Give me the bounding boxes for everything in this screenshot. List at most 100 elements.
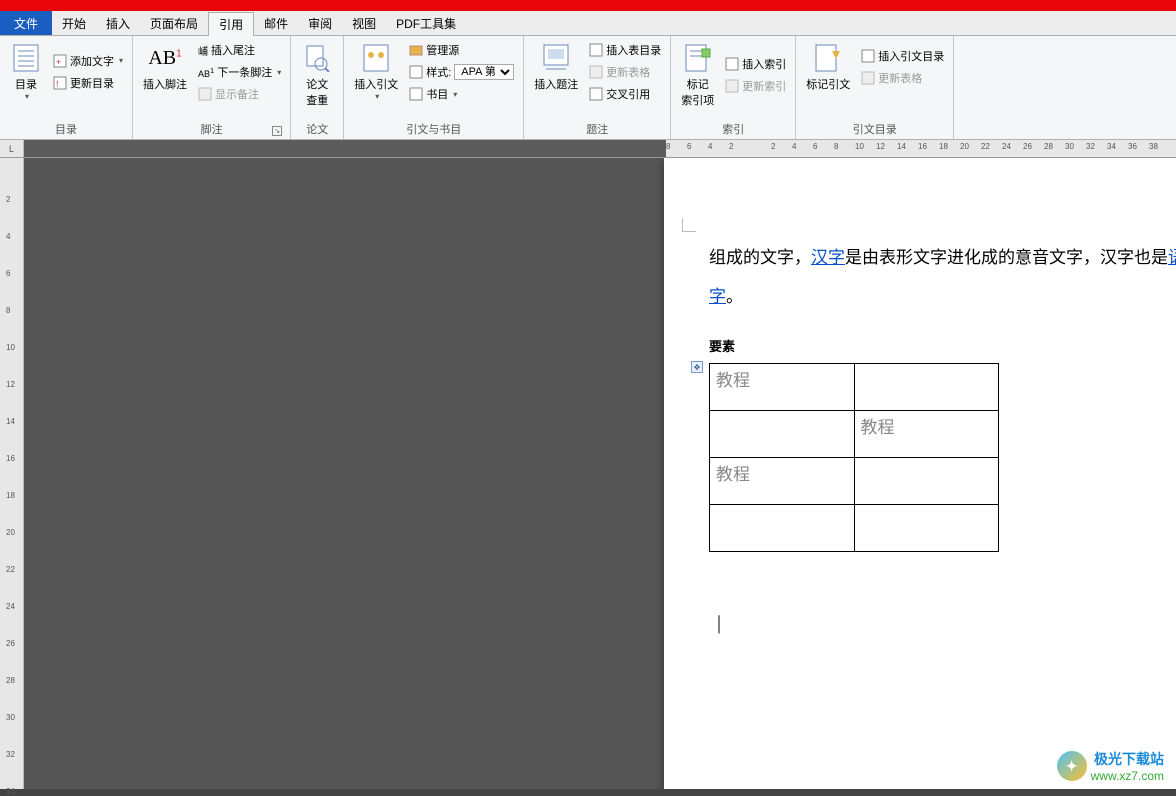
update-toa-button[interactable]: 更新表格 — [858, 68, 947, 88]
show-notes-icon — [198, 87, 212, 101]
group-footnotes-label: 脚注 ↘ — [139, 119, 284, 139]
group-index-label: 索引 — [677, 119, 789, 139]
doc-table[interactable]: 教程 教程 教程 — [709, 363, 999, 552]
tab-pdf[interactable]: PDF工具集 — [386, 11, 466, 35]
toc-label: 目录 — [15, 76, 37, 92]
ruler-corner[interactable]: L — [0, 140, 24, 157]
table-cell[interactable]: 教程 — [854, 411, 999, 458]
group-footnotes: AB1 插入脚注 峬 插入尾注 AB1 下一条脚注 显示备注 — [133, 36, 291, 139]
update-index-button[interactable]: 更新索引 — [722, 76, 789, 96]
document-canvas[interactable]: 组成的文字，汉字是由表形文字进化成的意音文字，汉字也是语素文字。 要素 ✥ 教程… — [24, 158, 1176, 789]
ribbon: 目录 + 添加文字 ! 更新目录 目录 AB1 插入脚注 — [0, 36, 1176, 140]
insert-citation-button[interactable]: 插入引文 — [350, 40, 402, 104]
mark-citation-button[interactable]: 标记引文 — [802, 40, 854, 94]
group-authorities-label: 引文目录 — [802, 119, 947, 139]
table-cell[interactable]: 教程 — [710, 458, 855, 505]
group-index: 标记 索引项 插入索引 更新索引 索引 — [671, 36, 796, 139]
table-row[interactable]: 教程 — [710, 411, 999, 458]
paragraph[interactable]: 组成的文字，汉字是由表形文字进化成的意音文字，汉字也是语素文字。 — [709, 238, 1176, 316]
watermark-logo-icon: ✦ — [1057, 751, 1087, 781]
tof-icon — [589, 43, 603, 57]
ruler-horizontal[interactable]: 86422468101214161820222426283032343638 — [666, 140, 1176, 157]
insert-tof-button[interactable]: 插入表目录 — [586, 40, 664, 60]
group-citations: 插入引文 管理源 样式: APA 第五 书目 引文与书目 — [344, 36, 524, 139]
ruler-vertical[interactable]: 246810121416182022242628303234 — [0, 158, 24, 789]
group-toc: 目录 + 添加文字 ! 更新目录 目录 — [0, 36, 133, 139]
link-hanzi[interactable]: 汉字 — [811, 248, 845, 267]
group-citations-label: 引文与书目 — [350, 119, 517, 139]
menu-bar: 文件 开始 插入 页面布局 引用 邮件 审阅 视图 PDF工具集 — [0, 11, 1176, 36]
crossref-button[interactable]: 交叉引用 — [586, 84, 664, 104]
update-toa-icon — [861, 71, 875, 85]
tab-file[interactable]: 文件 — [0, 11, 52, 35]
tab-layout[interactable]: 页面布局 — [140, 11, 208, 35]
update-table-icon — [589, 65, 603, 79]
citation-icon — [360, 42, 392, 74]
manage-sources-icon — [409, 43, 423, 57]
tab-insert[interactable]: 插入 — [96, 11, 140, 35]
footnote-icon: AB1 — [149, 42, 181, 74]
table-row[interactable]: 教程 — [710, 364, 999, 411]
mark-index-icon — [682, 42, 714, 74]
update-toc-button[interactable]: ! 更新目录 — [50, 73, 126, 93]
mark-index-button[interactable]: 标记 索引项 — [677, 40, 718, 110]
tab-references[interactable]: 引用 — [208, 12, 254, 36]
update-caption-table-button[interactable]: 更新表格 — [586, 62, 664, 82]
next-footnote-button[interactable]: AB1 下一条脚注 — [195, 62, 284, 82]
table-cell[interactable] — [854, 458, 999, 505]
table-row[interactable]: 教程 — [710, 458, 999, 505]
table-move-handle[interactable]: ✥ — [691, 361, 703, 373]
group-toc-label: 目录 — [6, 119, 126, 139]
title-bar — [0, 0, 1176, 11]
group-authorities: 标记引文 插入引文目录 更新表格 引文目录 — [796, 36, 954, 139]
table-row[interactable] — [710, 505, 999, 552]
insert-index-button[interactable]: 插入索引 — [722, 54, 789, 74]
insert-footnote-button[interactable]: AB1 插入脚注 — [139, 40, 191, 104]
ruler-row: L 86422468101214161820222426283032343638 — [0, 140, 1176, 158]
bibliography-button[interactable]: 书目 — [406, 84, 517, 104]
mark-citation-icon — [812, 42, 844, 74]
crop-mark — [682, 218, 696, 232]
workspace: 246810121416182022242628303234 组成的文字，汉字是… — [0, 158, 1176, 789]
table-cell[interactable] — [854, 364, 999, 411]
tab-view[interactable]: 视图 — [342, 11, 386, 35]
tab-mail[interactable]: 邮件 — [254, 11, 298, 35]
style-select[interactable]: APA 第五 — [454, 64, 514, 80]
page[interactable]: 组成的文字，汉字是由表形文字进化成的意音文字，汉字也是语素文字。 要素 ✥ 教程… — [664, 158, 1176, 789]
tab-review[interactable]: 审阅 — [298, 11, 342, 35]
add-text-button[interactable]: + 添加文字 — [50, 51, 126, 71]
ruler-dark-left — [24, 140, 666, 157]
insert-endnote-button[interactable]: 峬 插入尾注 — [195, 40, 284, 60]
insert-index-icon — [725, 57, 739, 71]
footnotes-dialog-launcher[interactable]: ↘ — [272, 126, 282, 136]
group-captions-label: 题注 — [530, 119, 664, 139]
group-captions: 插入题注 插入表目录 更新表格 交叉引用 题注 — [524, 36, 671, 139]
biblio-icon — [409, 87, 423, 101]
svg-text:+: + — [56, 57, 61, 67]
endnote-icon: 峬 — [198, 43, 208, 58]
table-cell[interactable] — [854, 505, 999, 552]
caption-icon — [540, 42, 572, 74]
table-cell[interactable]: 教程 — [710, 364, 855, 411]
tab-home[interactable]: 开始 — [52, 11, 96, 35]
table-cell[interactable] — [710, 411, 855, 458]
crossref-icon — [589, 87, 603, 101]
insert-toa-button[interactable]: 插入引文目录 — [858, 46, 947, 66]
thesis-check-button[interactable]: 论文 查重 — [297, 40, 337, 110]
group-thesis: 论文 查重 论文 — [291, 36, 344, 139]
show-notes-button[interactable]: 显示备注 — [195, 84, 284, 104]
heading-yaosu[interactable]: 要素 — [709, 336, 1176, 355]
style-icon — [409, 65, 423, 79]
add-text-icon: + — [53, 54, 67, 68]
group-thesis-label: 论文 — [297, 119, 337, 139]
watermark: ✦ 极光下载站 www.xz7.com — [1057, 749, 1164, 783]
text-cursor: | — [717, 612, 1176, 635]
svg-text:!: ! — [56, 79, 59, 89]
insert-caption-button[interactable]: 插入题注 — [530, 40, 582, 104]
table-cell[interactable] — [710, 505, 855, 552]
toc-icon — [10, 42, 42, 74]
manage-sources-button[interactable]: 管理源 — [406, 40, 517, 60]
toc-button[interactable]: 目录 — [6, 40, 46, 103]
citation-style[interactable]: 样式: APA 第五 — [406, 62, 517, 82]
update-toc-icon: ! — [53, 76, 67, 90]
